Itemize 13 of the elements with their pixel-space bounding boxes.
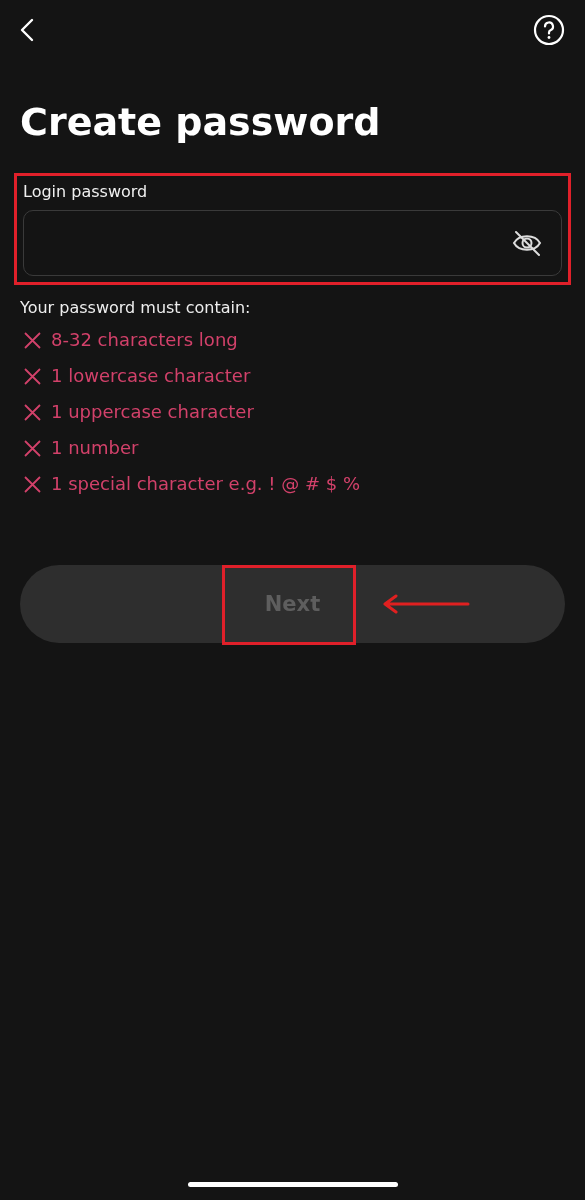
requirements-heading: Your password must contain:	[20, 297, 252, 319]
requirement-text: 1 lowercase character	[51, 364, 251, 388]
requirement-text: 1 uppercase character	[51, 400, 254, 424]
field-label: Login password	[23, 181, 149, 203]
requirement-text: 1 number	[51, 436, 139, 460]
requirement-text: 1 special character e.g. ! @ # $ %	[51, 472, 361, 496]
arrow-icon	[382, 594, 470, 614]
requirement-text: 8-32 characters long	[51, 328, 238, 352]
help-icon[interactable]	[533, 14, 565, 46]
eye-slash-icon[interactable]	[511, 229, 543, 257]
password-field[interactable]	[23, 210, 562, 276]
page-title: Create password	[20, 99, 382, 145]
back-icon[interactable]	[20, 18, 34, 42]
